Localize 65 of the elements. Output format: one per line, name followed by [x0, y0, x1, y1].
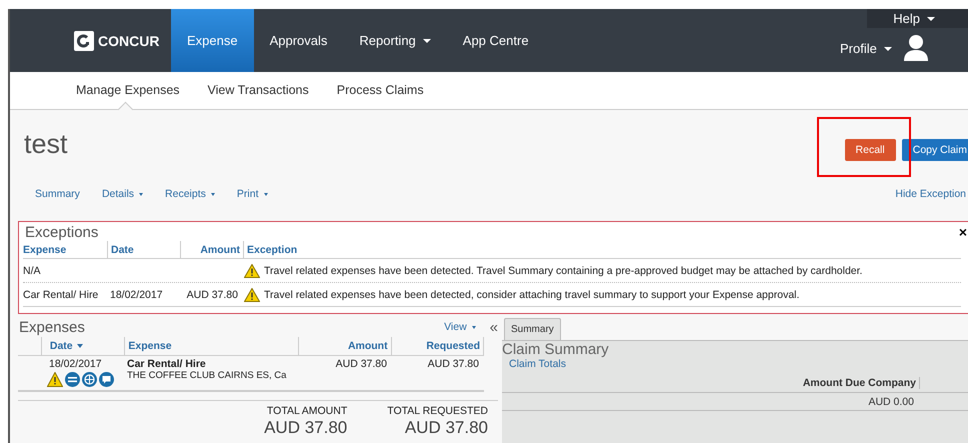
table-cell: 18/02/2017 — [110, 288, 163, 300]
report-menu-link[interactable]: Summary — [35, 188, 80, 200]
report-menu-link[interactable]: Details — [102, 188, 144, 200]
avatar-icon[interactable] — [904, 34, 928, 62]
table-cell-text: AUD 0.00 — [868, 396, 915, 408]
caret-icon — [210, 192, 215, 196]
total-value: AUD 37.80 — [264, 418, 348, 438]
panel-title: Exceptions — [25, 224, 98, 241]
profile-menu[interactable]: Profile — [840, 40, 892, 56]
column-header: Amount Due Company — [802, 377, 920, 389]
table-cell-text: 18/02/2017 — [49, 358, 103, 370]
table-cell: AUD 37.80 — [336, 358, 387, 370]
summary-tab[interactable]: Summary — [504, 318, 561, 340]
table-cell-text: THE COFFEE CLUB CAIRNS ES, Ca — [127, 370, 288, 381]
view-menu[interactable]: View — [444, 321, 476, 333]
subnav-link[interactable]: Process Claims — [336, 72, 424, 109]
subnav-link[interactable]: View Transactions — [208, 72, 309, 109]
close-button[interactable]: × — [958, 224, 967, 241]
help-menu[interactable]: Help — [867, 9, 968, 28]
column-header[interactable]: Amount — [299, 337, 392, 355]
table-cell: AUD 37.80 — [186, 288, 238, 300]
logo-text: CONCUR — [98, 32, 160, 48]
sort-icon — [76, 344, 83, 348]
section-link[interactable]: Claim Totals — [509, 358, 968, 370]
hide-exceptions-link[interactable]: Hide Exception — [895, 188, 966, 200]
column-header[interactable]: Date — [108, 241, 181, 258]
caret-icon — [139, 192, 144, 196]
table-cell-text: Car Rental/ Hire — [127, 358, 207, 370]
caret-icon — [422, 38, 431, 42]
panel-title: Expenses — [19, 318, 85, 336]
expense-row[interactable]: 18/02/2017 Car Rental/ Hire THE COFFEE CLUB CAIRNS ES, Ca AUD 37.80 AUD 37.80 — [18, 356, 484, 392]
column-header[interactable]: Exception — [244, 241, 961, 258]
total-label: TOTAL AMOUNT — [266, 405, 348, 417]
total-label: TOTAL REQUESTED — [387, 405, 488, 417]
table-cell: Travel related expenses have been detected. Travel Summary containing a pre-approved budget may be attached by cardholder. — [264, 264, 862, 276]
action-button[interactable]: Copy Claim — [902, 139, 968, 161]
nav-tab[interactable]: Approvals — [254, 9, 344, 72]
comment-icon — [99, 372, 114, 387]
column-header[interactable]: Expense — [125, 337, 300, 355]
report-title: test — [24, 129, 68, 160]
table-cell: N/A — [23, 264, 41, 276]
caret-icon — [927, 16, 935, 20]
table-cell: Car Rental/ Hire — [23, 288, 98, 300]
caret-icon — [264, 192, 268, 196]
caret-icon — [884, 47, 892, 52]
warning-icon — [244, 264, 260, 278]
caret-icon — [472, 326, 476, 329]
table-cell: Travel related expenses have been detected, consider attaching travel summary to support your Expense approval. — [264, 288, 800, 300]
report-menu-link[interactable]: Receipts — [165, 188, 215, 200]
logo-icon — [74, 30, 94, 50]
report-menu-link[interactable]: Print — [236, 188, 268, 200]
action-button[interactable]: Recall — [844, 139, 896, 161]
column-header[interactable]: Requested — [392, 337, 484, 355]
total-value: AUD 37.80 — [404, 418, 488, 438]
warning-icon — [47, 372, 63, 387]
collapse-button[interactable]: « — [490, 318, 498, 336]
warning-icon — [244, 288, 260, 302]
table-cell: AUD 37.80 — [428, 358, 479, 370]
nav-tab[interactable]: Reporting — [343, 9, 447, 72]
panel-title: Claim Summary — [502, 341, 610, 358]
column-header[interactable]: Date — [42, 337, 126, 355]
nav-tab[interactable]: Expense — [171, 9, 254, 72]
column-header[interactable]: Amount — [181, 241, 244, 258]
column-header[interactable]: Expense — [23, 241, 108, 258]
nav-tab[interactable]: App Centre — [446, 9, 545, 72]
